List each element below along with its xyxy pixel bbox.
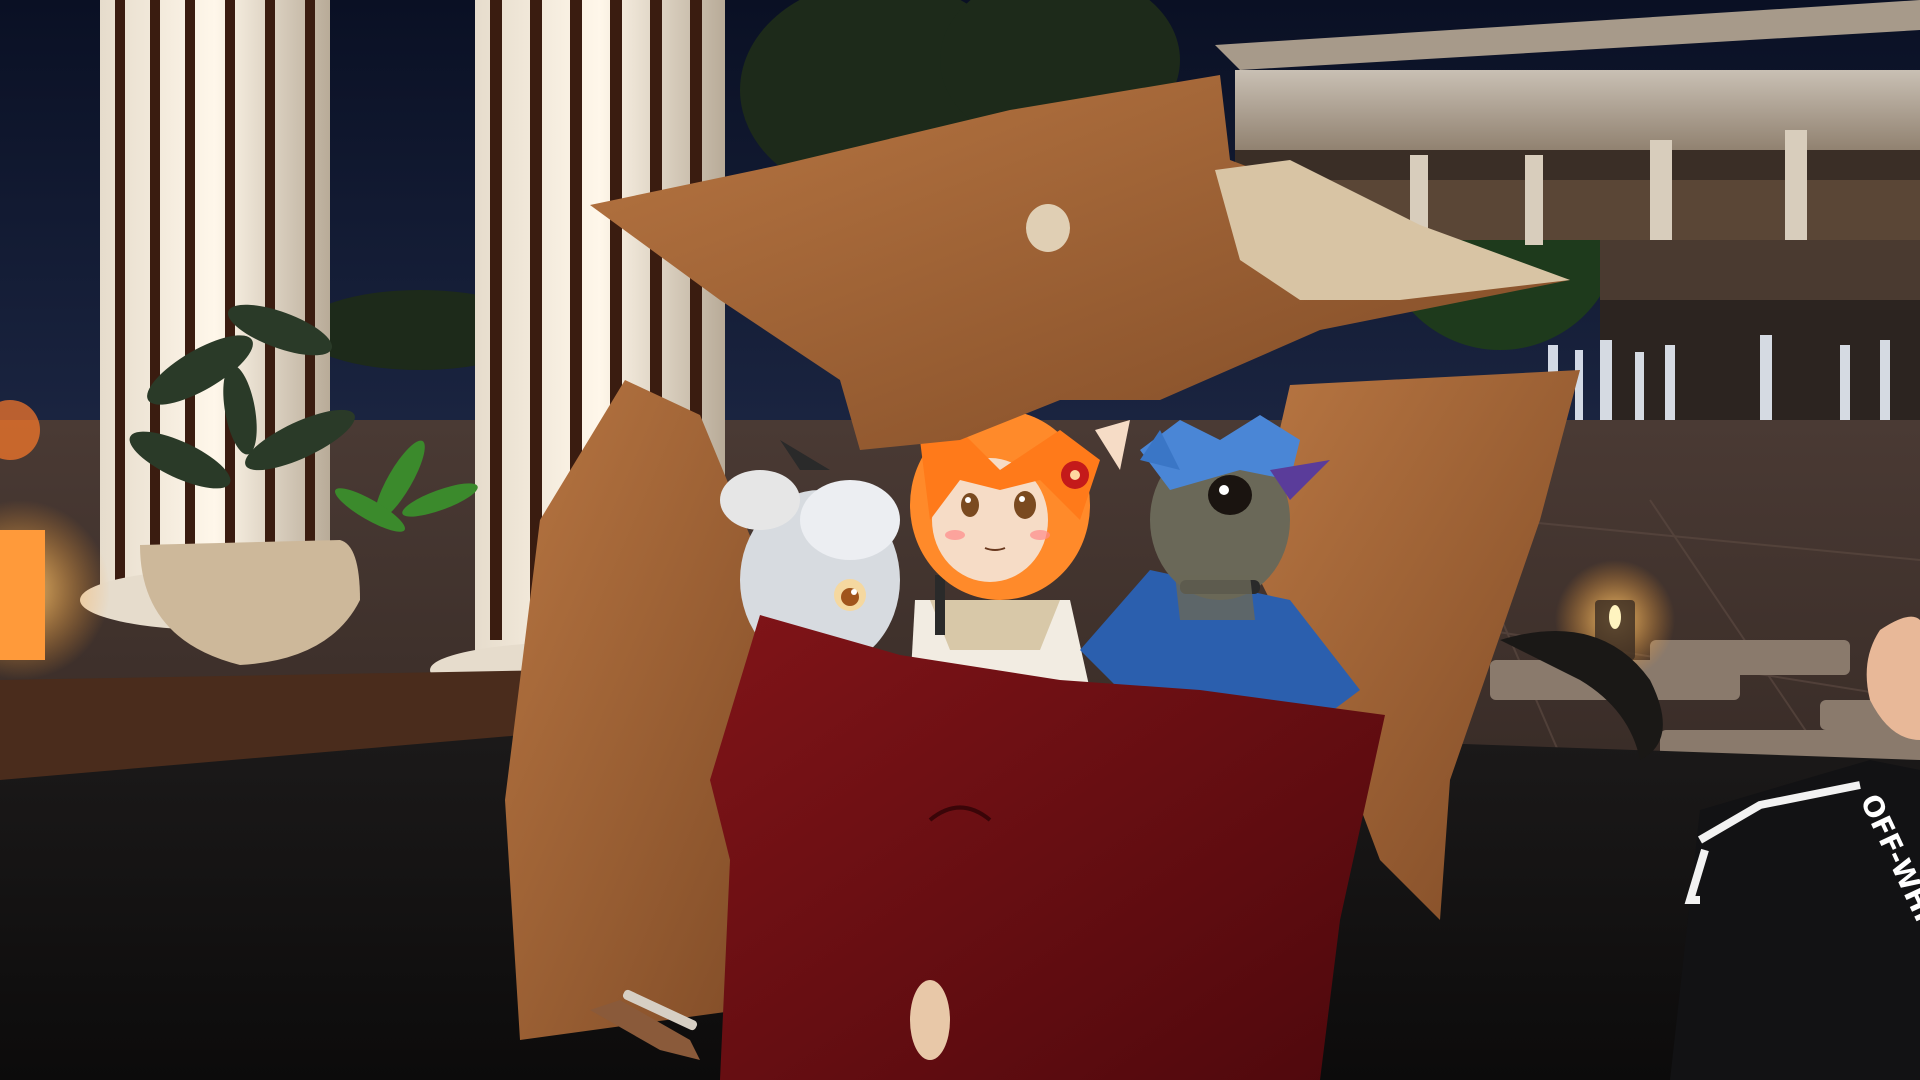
red-pillow-tag [910,980,950,1060]
pillow-top-spot [1026,204,1070,252]
game-viewport: OFF-WHITE [0,0,1920,1080]
player-sleeve: OFF-WHITE [1670,760,1920,1080]
